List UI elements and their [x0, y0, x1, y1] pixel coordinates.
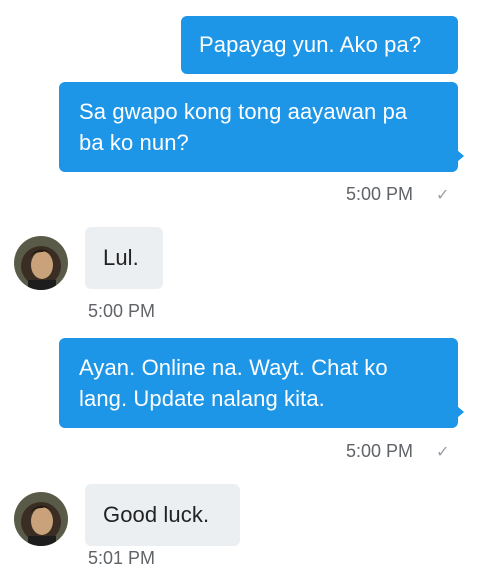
avatar[interactable] [14, 492, 68, 546]
message-timestamp: 5:01 PM [88, 548, 156, 568]
message-text: Lul. [103, 245, 139, 270]
message-text: Papayag yun. Ako pa? [199, 32, 422, 57]
chat-thread: Papayag yun. Ako pa? Sa gwapo kong tong … [0, 0, 480, 568]
bubble-tail [457, 406, 464, 418]
check-icon: ✓ [436, 444, 450, 461]
message-timestamp: 5:00 PM [346, 441, 414, 461]
bubble-tail [457, 150, 464, 162]
message-timestamp: 5:00 PM [346, 184, 414, 204]
message-timestamp: 5:00 PM [88, 301, 156, 321]
message-text: Sa gwapo kong tong aayawan pa ba ko nun? [79, 99, 408, 155]
message-text: Ayan. Online na. Wayt. Chat ko lang. Upd… [79, 355, 388, 411]
avatar[interactable] [14, 236, 68, 290]
incoming-message-bubble[interactable]: Good luck. [85, 484, 240, 546]
incoming-message-bubble[interactable]: Lul. [85, 227, 163, 289]
message-text: Good luck. [103, 502, 210, 527]
outgoing-message-bubble[interactable]: Sa gwapo kong tong aayawan pa ba ko nun? [59, 82, 464, 172]
check-icon: ✓ [436, 187, 450, 204]
outgoing-message-bubble[interactable]: Ayan. Online na. Wayt. Chat ko lang. Upd… [59, 338, 464, 428]
outgoing-message-bubble[interactable]: Papayag yun. Ako pa? [181, 16, 458, 74]
